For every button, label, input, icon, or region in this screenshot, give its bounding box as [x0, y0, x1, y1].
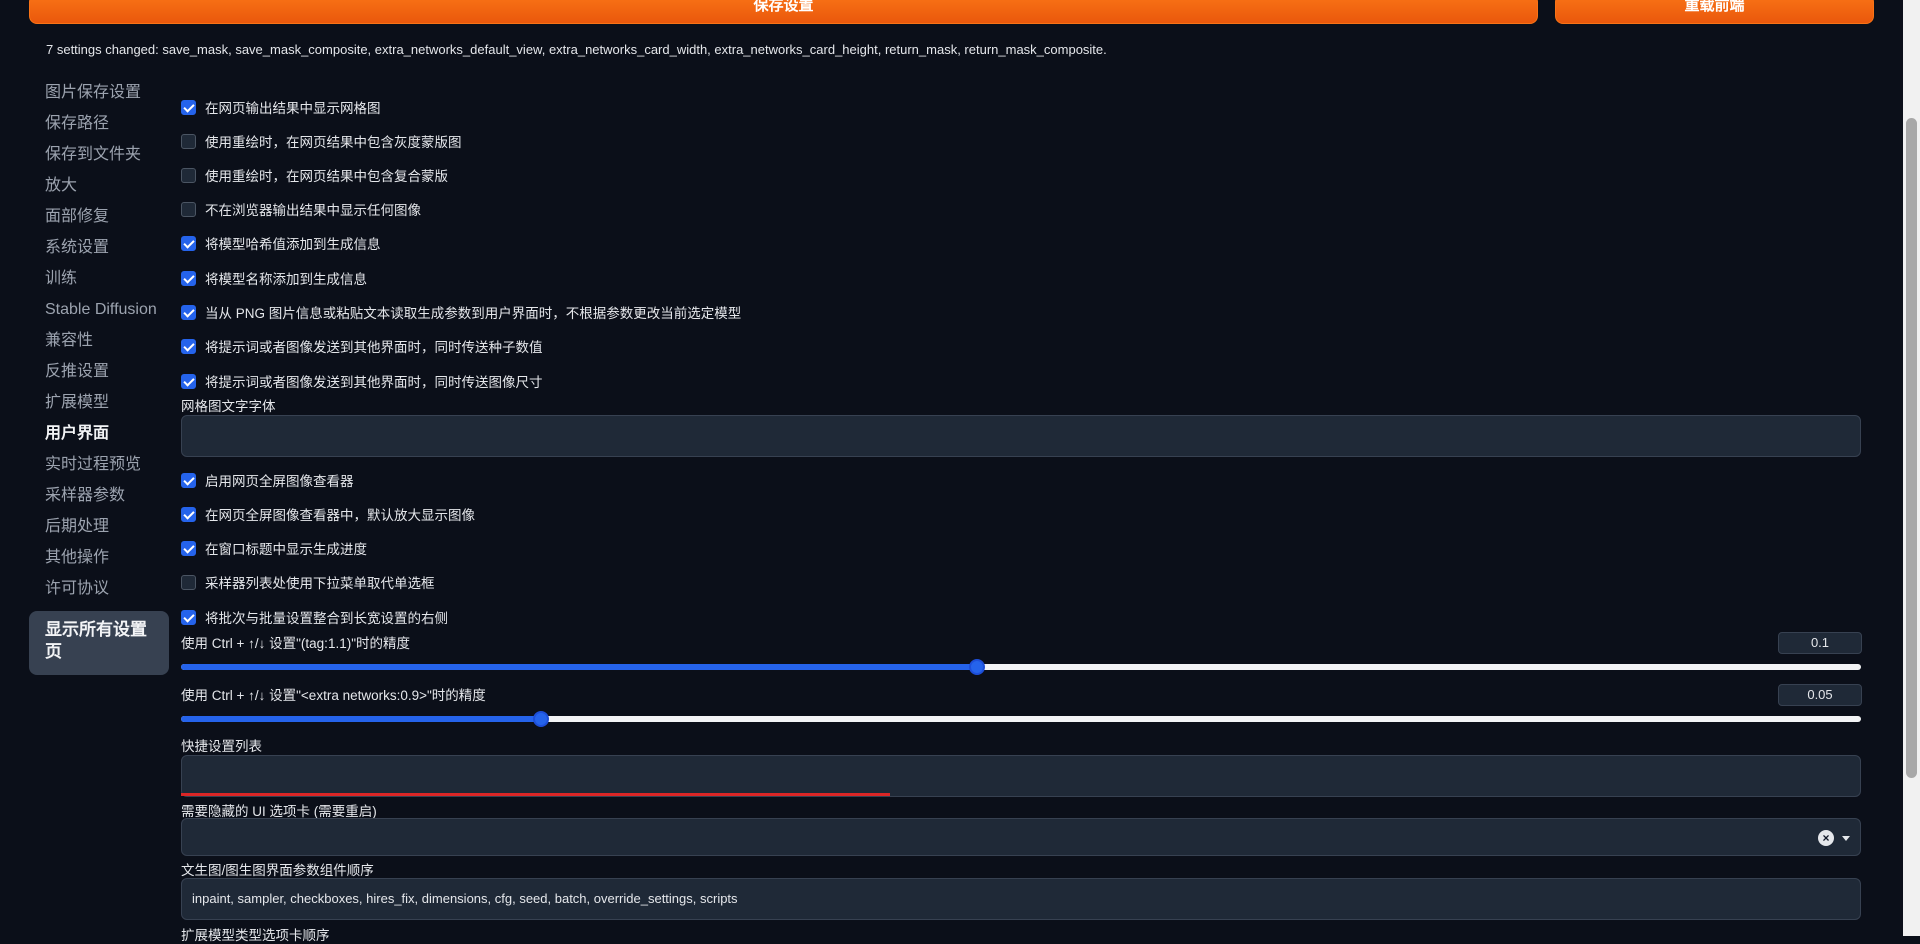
checkbox-label: 启用网页全屏图像查看器: [205, 474, 354, 489]
slider1[interactable]: [181, 659, 1861, 675]
hidden-tabs-dropdown[interactable]: ×: [181, 818, 1861, 856]
dropdown-controls: ×: [1818, 830, 1850, 846]
checkbox[interactable]: [181, 235, 196, 251]
scrollbar-thumb[interactable]: [1906, 118, 1917, 778]
setting-checkbox-row[interactable]: 不在浏览器输出结果中显示任何图像: [181, 199, 421, 219]
checkbox[interactable]: [181, 373, 196, 389]
checkbox[interactable]: [181, 609, 196, 625]
setting-checkbox-row[interactable]: 启用网页全屏图像查看器: [181, 470, 354, 490]
sidebar-item[interactable]: 后期处理: [29, 514, 169, 545]
sidebar-item[interactable]: 保存到文件夹: [29, 142, 169, 173]
checkbox-label: 当从 PNG 图片信息或粘贴文本读取生成参数到用户界面时，不根据参数更改当前选定…: [205, 306, 742, 321]
checkbox[interactable]: [181, 167, 196, 183]
sidebar-item[interactable]: 图片保存设置: [29, 80, 169, 111]
checkbox-label: 在窗口标题中显示生成进度: [205, 542, 367, 557]
setting-checkbox-row[interactable]: 在窗口标题中显示生成进度: [181, 538, 367, 558]
checkbox-label: 将提示词或者图像发送到其他界面时，同时传送图像尺寸: [205, 375, 543, 390]
grid-font-label: 网格图文字字体: [181, 399, 276, 414]
setting-checkbox-row[interactable]: 将提示词或者图像发送到其他界面时，同时传送图像尺寸: [181, 371, 543, 391]
top-button-bar: 保存设置 重载前端: [29, 0, 1874, 24]
settings-sidebar: 图片保存设置 保存路径 保存到文件夹 放大 面部修复 系统设置 训练 Stable Diffu…: [29, 80, 169, 675]
setting-checkbox-row[interactable]: 将模型哈希值添加到生成信息: [181, 233, 381, 253]
quick-settings-input[interactable]: [181, 755, 1861, 797]
checkbox-label: 不在浏览器输出结果中显示任何图像: [205, 203, 421, 218]
ui-order-input[interactable]: inpaint, sampler, checkboxes, hires_fix,…: [181, 878, 1861, 920]
checkbox[interactable]: [181, 574, 196, 590]
sidebar-item[interactable]: 实时过程预览: [29, 452, 169, 483]
checkbox[interactable]: [181, 270, 196, 286]
checkbox-label: 采样器列表处使用下拉菜单取代单选框: [205, 576, 435, 591]
setting-checkbox-row[interactable]: 当从 PNG 图片信息或粘贴文本读取生成参数到用户界面时，不根据参数更改当前选定…: [181, 302, 741, 322]
checkbox[interactable]: [181, 472, 196, 488]
sidebar-item[interactable]: 反推设置: [29, 359, 169, 390]
checkbox-label: 将批次与批量设置整合到长宽设置的右侧: [205, 611, 448, 626]
checkbox-label: 将模型哈希值添加到生成信息: [205, 237, 381, 252]
checkbox[interactable]: [181, 540, 196, 556]
settings-changed-message: 7 settings changed: save_mask, save_mask…: [46, 42, 1107, 57]
checkbox-label: 使用重绘时，在网页结果中包含复合蒙版: [205, 169, 448, 184]
checkbox[interactable]: [181, 506, 196, 522]
slider2-fill: [181, 716, 541, 722]
save-settings-button[interactable]: 保存设置: [29, 0, 1538, 24]
slider2-label: 使用 Ctrl + ↑/↓ 设置"<extra networks:0.9>"时的…: [181, 688, 486, 703]
setting-checkbox-row[interactable]: 在网页输出结果中显示网格图: [181, 97, 381, 117]
grid-font-input[interactable]: [181, 415, 1861, 457]
sidebar-item[interactable]: 兼容性: [29, 328, 169, 359]
setting-checkbox-row[interactable]: 将批次与批量设置整合到长宽设置的右侧: [181, 607, 448, 627]
page-scrollbar[interactable]: [1903, 0, 1920, 936]
checkbox-label: 在网页全屏图像查看器中，默认放大显示图像: [205, 508, 475, 523]
sidebar-item[interactable]: Stable Diffusion: [29, 297, 169, 328]
checkbox[interactable]: [181, 133, 196, 149]
setting-checkbox-row[interactable]: 在网页全屏图像查看器中，默认放大显示图像: [181, 504, 475, 524]
slider1-fill: [181, 664, 978, 670]
checkbox-label: 在网页输出结果中显示网格图: [205, 101, 381, 116]
slider2-thumb[interactable]: [532, 711, 549, 727]
sidebar-item-show-all[interactable]: 显示所有设置页: [29, 611, 169, 675]
setting-checkbox-row[interactable]: 将提示词或者图像发送到其他界面时，同时传送种子数值: [181, 336, 543, 356]
sidebar-item[interactable]: 面部修复: [29, 204, 169, 235]
setting-checkbox-row[interactable]: 使用重绘时，在网页结果中包含灰度蒙版图: [181, 131, 462, 151]
checkbox[interactable]: [181, 338, 196, 354]
slider1-label: 使用 Ctrl + ↑/↓ 设置"(tag:1.1)"时的精度: [181, 636, 410, 651]
sidebar-item[interactable]: 系统设置: [29, 235, 169, 266]
sidebar-item[interactable]: 训练: [29, 266, 169, 297]
quick-settings-progress-bar: [181, 793, 890, 796]
sidebar-item[interactable]: 许可协议: [29, 576, 169, 607]
slider1-number-input[interactable]: 0.1: [1778, 632, 1862, 654]
sidebar-item[interactable]: 用户界面: [29, 421, 169, 452]
quick-settings-label: 快捷设置列表: [181, 739, 262, 754]
sidebar-item[interactable]: 其他操作: [29, 545, 169, 576]
slider1-thumb[interactable]: [969, 659, 986, 675]
setting-checkbox-row[interactable]: 使用重绘时，在网页结果中包含复合蒙版: [181, 165, 448, 185]
hidden-tabs-label: 需要隐藏的 UI 选项卡 (需要重启): [181, 804, 377, 819]
sidebar-item[interactable]: 采样器参数: [29, 483, 169, 514]
ui-order-label: 文生图/图生图界面参数组件顺序: [181, 863, 374, 878]
sidebar-item[interactable]: 扩展模型: [29, 390, 169, 421]
sidebar-item[interactable]: 保存路径: [29, 111, 169, 142]
slider2[interactable]: [181, 711, 1861, 727]
slider2-number-input[interactable]: 0.05: [1778, 684, 1862, 706]
checkbox-label: 使用重绘时，在网页结果中包含灰度蒙版图: [205, 135, 462, 150]
checkbox-label: 将提示词或者图像发送到其他界面时，同时传送种子数值: [205, 340, 543, 355]
checkbox[interactable]: [181, 304, 196, 320]
clear-icon[interactable]: ×: [1818, 830, 1834, 846]
chevron-down-icon[interactable]: [1842, 835, 1850, 841]
setting-checkbox-row[interactable]: 将模型名称添加到生成信息: [181, 268, 367, 288]
checkbox[interactable]: [181, 99, 196, 115]
checkbox-label: 将模型名称添加到生成信息: [205, 272, 367, 287]
setting-checkbox-row[interactable]: 采样器列表处使用下拉菜单取代单选框: [181, 572, 435, 592]
reload-ui-button[interactable]: 重载前端: [1555, 0, 1874, 24]
extra-tabs-order-label: 扩展模型类型选项卡顺序: [181, 928, 330, 943]
checkbox[interactable]: [181, 201, 196, 217]
sidebar-item[interactable]: 放大: [29, 173, 169, 204]
